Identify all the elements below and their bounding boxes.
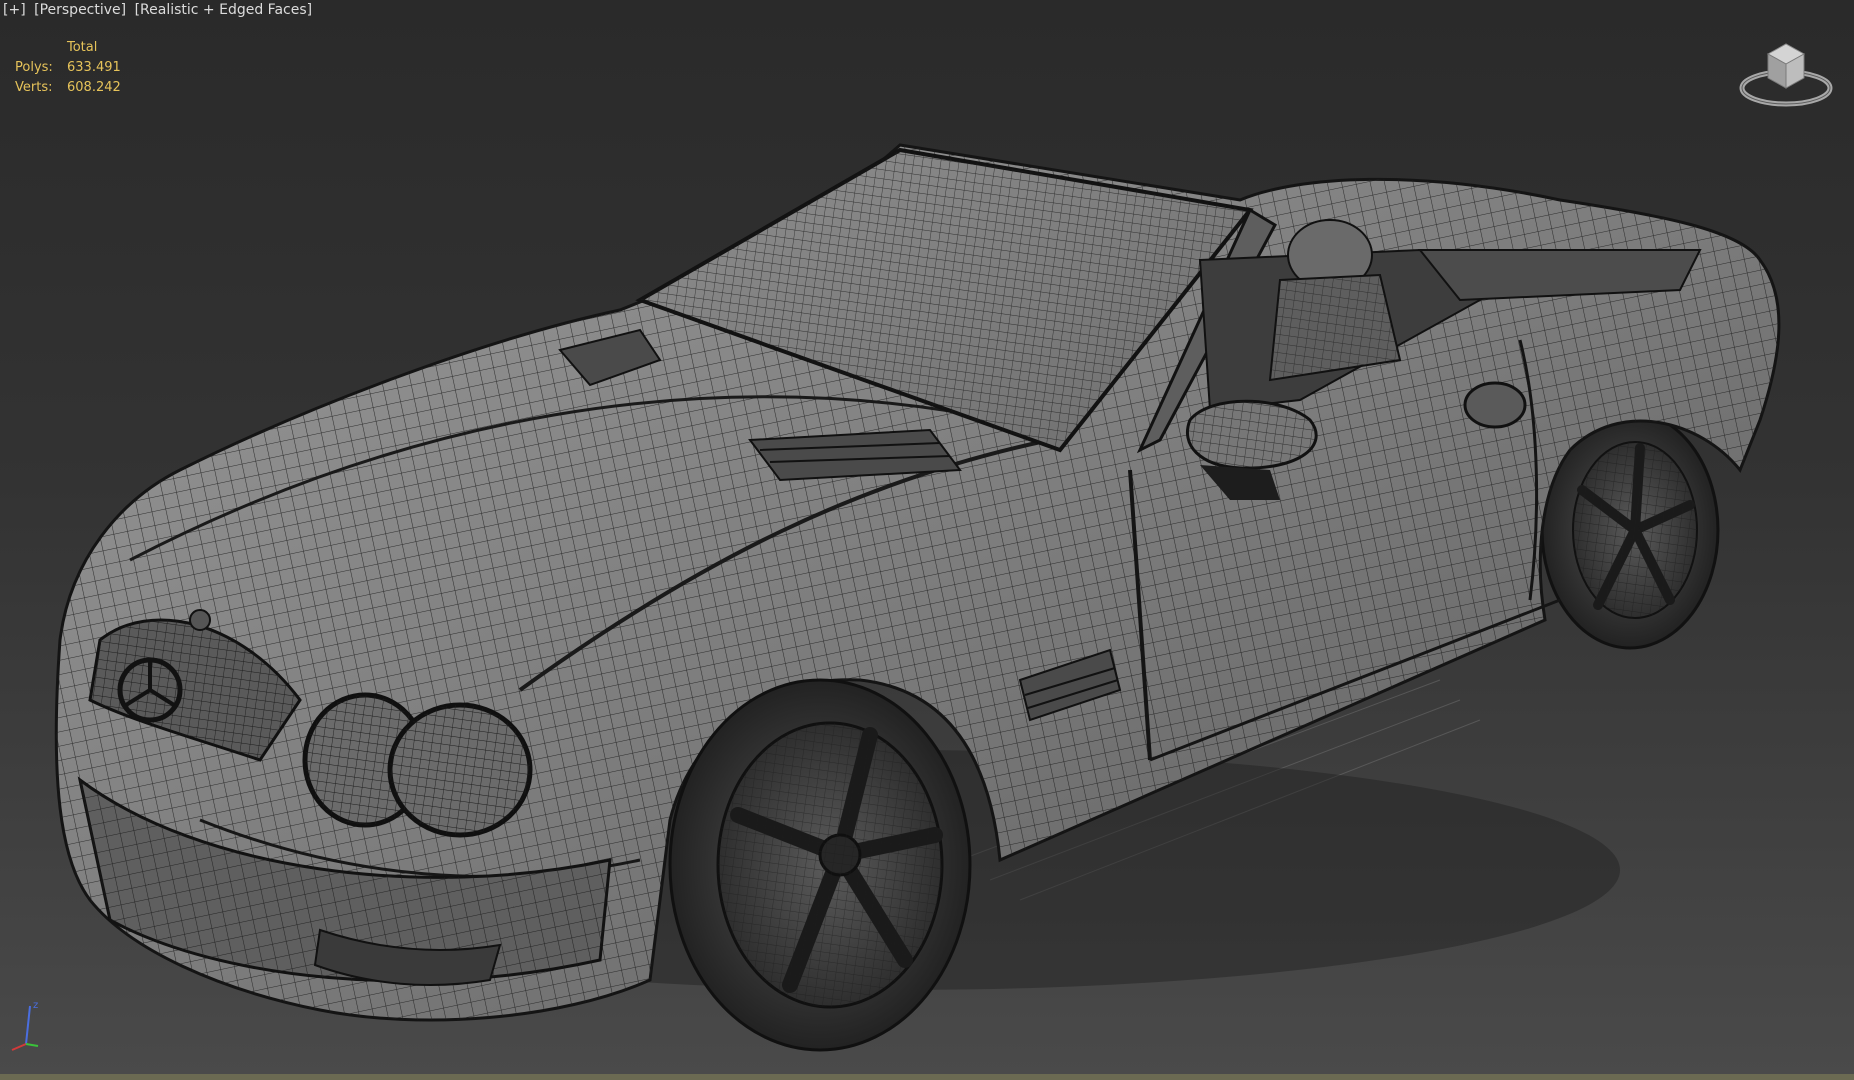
polys-label: Polys: bbox=[15, 60, 53, 75]
viewcube-icon[interactable] bbox=[1738, 36, 1834, 110]
axis-z-label: z bbox=[33, 1000, 38, 1011]
polys-value: 633.491 bbox=[67, 60, 121, 75]
headlights bbox=[302, 692, 533, 838]
front-wheel bbox=[668, 678, 972, 1052]
axis-tripod-icon: z bbox=[11, 1000, 38, 1051]
verts-label: Verts: bbox=[15, 80, 53, 95]
scene-statistics: Total Polys: 633.491 Verts: 608.242 bbox=[15, 38, 121, 98]
viewport-shading-menu[interactable]: [Realistic + Edged Faces] bbox=[135, 2, 313, 18]
stats-verts-row: Verts: 608.242 bbox=[15, 78, 121, 98]
scene-render[interactable] bbox=[0, 0, 1854, 1080]
stats-header: Total bbox=[15, 38, 121, 58]
viewport-bottom-border bbox=[0, 1074, 1854, 1080]
viewport-point-of-view-menu[interactable]: [Perspective] bbox=[34, 2, 126, 18]
viewport-general-menu[interactable]: [+] bbox=[3, 2, 26, 18]
perspective-viewport[interactable]: [+] [Perspective] [Realistic + Edged Fac… bbox=[0, 0, 1854, 1080]
stats-total-label: Total bbox=[67, 40, 98, 55]
stats-polys-row: Polys: 633.491 bbox=[15, 58, 121, 78]
viewport-label-menu: [+] [Perspective] [Realistic + Edged Fac… bbox=[3, 1, 312, 19]
verts-value: 608.242 bbox=[67, 80, 121, 95]
